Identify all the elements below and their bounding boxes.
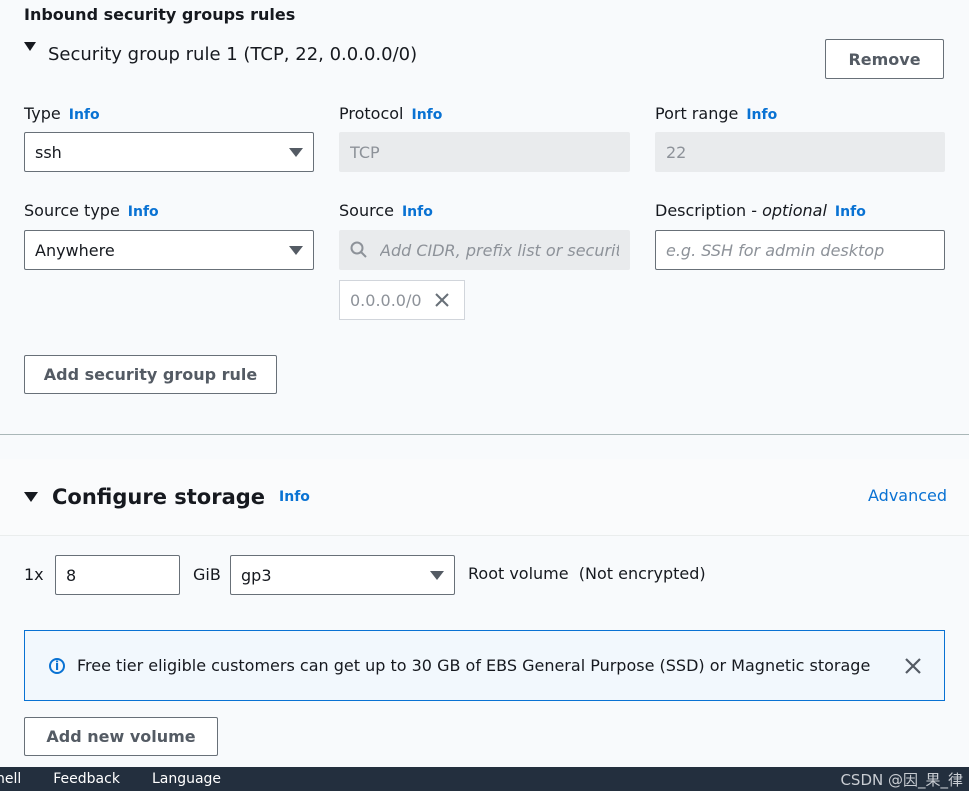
type-info-link[interactable]: Info xyxy=(69,107,100,123)
description-label: Description - optional Info xyxy=(655,201,866,220)
type-select[interactable]: ssh xyxy=(24,132,314,172)
configure-storage-title: Configure storage xyxy=(52,485,266,509)
source-label: Source Info xyxy=(339,201,433,220)
storage-info-link[interactable]: Info xyxy=(279,489,310,505)
source-search-input[interactable]: Add CIDR, prefix list or security xyxy=(339,230,630,270)
source-placeholder: Add CIDR, prefix list or security xyxy=(380,240,619,260)
free-tier-alert: i Free tier eligible customers can get u… xyxy=(24,630,945,701)
footer-feedback-link[interactable]: Feedback xyxy=(53,771,120,787)
source-type-select[interactable]: Anywhere xyxy=(24,230,314,270)
source-label-text: Source xyxy=(339,201,394,220)
free-tier-alert-text: Free tier eligible customers can get up … xyxy=(77,656,871,675)
source-token-value: 0.0.0.0/0 xyxy=(350,290,422,310)
search-icon xyxy=(350,241,367,258)
footer-language-link[interactable]: Language xyxy=(152,771,221,787)
advanced-link[interactable]: Advanced xyxy=(868,486,947,505)
footer-cloudshell-link[interactable]: nell xyxy=(0,771,21,787)
protocol-value: TCP xyxy=(350,142,380,162)
volume-type-select[interactable]: gp3 xyxy=(230,555,455,595)
port-range-field: 22 xyxy=(655,132,945,172)
description-info-link[interactable]: Info xyxy=(835,204,866,220)
dropdown-arrow-icon xyxy=(430,570,444,580)
description-placeholder: e.g. SSH for admin desktop xyxy=(666,240,885,260)
caret-down-icon xyxy=(24,42,36,51)
volume-unit: GiB xyxy=(193,565,221,584)
dropdown-arrow-icon xyxy=(289,245,303,255)
remove-rule-button[interactable]: Remove xyxy=(825,39,944,79)
security-group-rule-header[interactable]: Security group rule 1 (TCP, 22, 0.0.0.0/… xyxy=(24,42,418,65)
close-icon[interactable] xyxy=(904,657,922,675)
info-circle-icon: i xyxy=(49,657,65,674)
description-optional-text: optional xyxy=(762,201,827,220)
caret-down-icon xyxy=(24,492,38,502)
configure-storage-header[interactable]: Configure storage Info xyxy=(24,485,310,509)
console-footer: nell Feedback Language CSDN @因_果_律 xyxy=(0,767,969,791)
type-label: Type Info xyxy=(24,104,100,123)
dropdown-arrow-icon xyxy=(289,147,303,157)
section-divider xyxy=(0,434,969,435)
protocol-label-text: Protocol xyxy=(339,104,404,123)
source-type-info-link[interactable]: Info xyxy=(128,204,159,220)
port-range-value: 22 xyxy=(666,142,687,162)
root-volume-text: Root volume xyxy=(468,564,569,583)
source-info-link[interactable]: Info xyxy=(402,204,433,220)
source-type-label-text: Source type xyxy=(24,201,120,220)
source-token: 0.0.0.0/0 xyxy=(339,280,465,320)
type-select-value: ssh xyxy=(35,142,62,162)
description-input[interactable]: e.g. SSH for admin desktop xyxy=(655,230,945,270)
watermark: CSDN @因_果_律 xyxy=(840,770,963,789)
root-volume-label: Root volume (Not encrypted) xyxy=(468,564,706,583)
volume-count: 1x xyxy=(24,565,44,584)
protocol-label: Protocol Info xyxy=(339,104,442,123)
description-label-text: Description - xyxy=(655,201,763,220)
volume-size-input[interactable]: 8 xyxy=(55,555,180,595)
inbound-rules-title: Inbound security groups rules xyxy=(24,5,296,24)
security-group-rule-title: Security group rule 1 (TCP, 22, 0.0.0.0/… xyxy=(48,44,418,65)
port-range-label: Port range Info xyxy=(655,104,777,123)
source-type-label: Source type Info xyxy=(24,201,159,220)
add-new-volume-button[interactable]: Add new volume xyxy=(24,717,218,756)
source-type-value: Anywhere xyxy=(35,240,115,260)
type-label-text: Type xyxy=(24,104,61,123)
port-range-info-link[interactable]: Info xyxy=(746,107,777,123)
protocol-field: TCP xyxy=(339,132,630,172)
volume-size-value: 8 xyxy=(66,565,77,585)
port-range-label-text: Port range xyxy=(655,104,739,123)
add-security-group-rule-button[interactable]: Add security group rule xyxy=(24,355,277,394)
close-icon[interactable] xyxy=(434,292,450,308)
encryption-status: (Not encrypted) xyxy=(578,564,706,583)
protocol-info-link[interactable]: Info xyxy=(411,107,442,123)
volume-type-value: gp3 xyxy=(241,565,272,585)
